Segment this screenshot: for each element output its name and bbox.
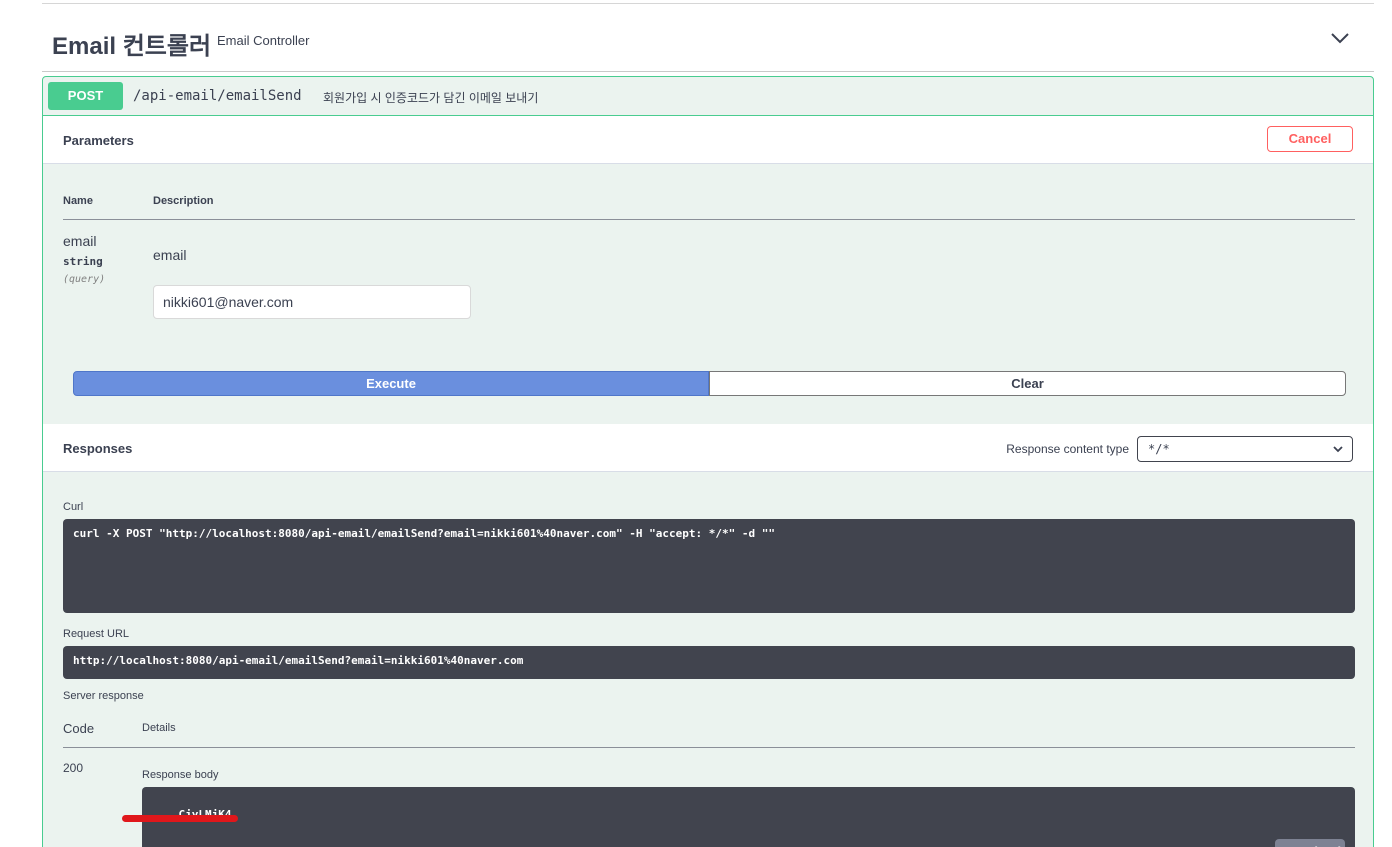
operation-path: /api-email/emailSend: [133, 88, 302, 104]
operation-summary[interactable]: POST /api-email/emailSend 회원가입 시 인증코드가 담…: [43, 77, 1373, 116]
tag-description: Email Controller: [217, 33, 310, 48]
server-response-label: Server response: [63, 690, 144, 702]
parameters-title: Parameters: [63, 133, 134, 148]
content-type-label: Response content type: [1006, 442, 1129, 456]
tag-header[interactable]: Email 컨트롤러 Email Controller: [42, 4, 1374, 72]
param-name: email: [63, 233, 97, 249]
param-location: (query): [63, 274, 106, 285]
response-code-header: Code: [63, 721, 95, 736]
email-field[interactable]: nikki601@naver.com: [153, 285, 471, 319]
param-header-description: Description: [153, 195, 214, 207]
operation-block: POST /api-email/emailSend 회원가입 시 인증코드가 담…: [42, 76, 1374, 847]
response-body-label: Response body: [142, 769, 219, 781]
responses-header: Responses Response content type */*: [43, 424, 1373, 472]
parameters-header: Parameters Cancel: [43, 116, 1373, 164]
download-button[interactable]: Download: [1275, 839, 1345, 847]
chevron-down-icon[interactable]: [1328, 26, 1352, 50]
method-badge: POST: [48, 82, 123, 110]
curl-label: Curl: [63, 501, 84, 513]
operation-summary-text: 회원가입 시 인증코드가 담긴 이메일 보내기: [323, 91, 539, 105]
param-header-divider: [63, 219, 1355, 220]
request-url-label: Request URL: [63, 628, 130, 640]
clear-button[interactable]: Clear: [709, 371, 1346, 396]
cancel-button[interactable]: Cancel: [1267, 126, 1353, 152]
request-url[interactable]: http://localhost:8080/api-email/emailSen…: [63, 646, 1355, 679]
curl-command[interactable]: curl -X POST "http://localhost:8080/api-…: [63, 519, 1355, 613]
param-description: email: [153, 247, 187, 263]
content-type-select[interactable]: */*: [1137, 436, 1353, 462]
chevron-down-icon: [1333, 446, 1343, 453]
response-header-divider: [63, 747, 1355, 748]
response-body[interactable]: CjyLMjK4 Download: [142, 787, 1355, 847]
responses-title: Responses: [63, 441, 133, 456]
response-details-header: Details: [142, 722, 176, 734]
tag-title: Email 컨트롤러: [52, 33, 212, 60]
response-status-code: 200: [63, 761, 84, 775]
content-type-value: */*: [1148, 442, 1170, 456]
param-type: string: [63, 255, 103, 268]
red-underline-annotation: [122, 815, 238, 822]
param-header-name: Name: [63, 195, 93, 207]
execute-button[interactable]: Execute: [73, 371, 709, 396]
